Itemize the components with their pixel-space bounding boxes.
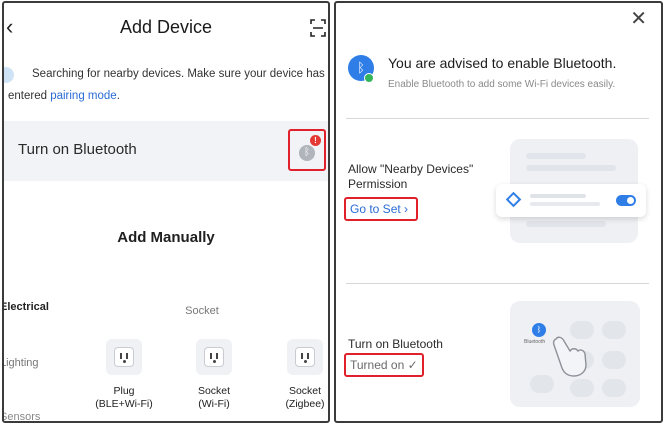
bluetooth-illustration: ᛒ Bluetooth	[510, 301, 640, 407]
device-name: Plug	[113, 385, 135, 397]
close-icon[interactable]: ✕	[630, 9, 647, 29]
section-title-socket: Socket	[185, 305, 219, 317]
turned-on-status: Turned on ✓	[344, 353, 424, 377]
pointing-hand-icon	[552, 336, 587, 377]
category-sensors[interactable]: Sensors	[4, 411, 40, 421]
device-protocol: (BLE+Wi-Fi)	[95, 398, 153, 410]
nearby-devices-icon	[505, 191, 522, 208]
check-badge-icon	[364, 73, 374, 83]
quick-tile	[602, 321, 626, 339]
device-label: Plug (BLE+Wi-Fi)	[88, 385, 160, 411]
placeholder-line	[526, 221, 606, 227]
toggle-switch	[616, 195, 636, 206]
placeholder-line	[530, 202, 600, 206]
socket-icon	[196, 339, 232, 375]
device-protocol: (Zigbee)	[285, 398, 325, 410]
bluetooth-tile-label: Bluetooth	[524, 339, 546, 345]
placeholder-line	[526, 165, 616, 171]
quick-tile	[570, 379, 594, 397]
device-socket-zigbee[interactable]: Socket (Zigbee)	[269, 339, 328, 411]
quick-tile	[530, 375, 554, 393]
socket-icon	[287, 339, 323, 375]
page-title: Add Device	[119, 17, 213, 37]
bluetooth-icon: ᛒ	[532, 323, 546, 337]
bluetooth-icon: ᛒ	[299, 145, 315, 161]
bluetooth-label: Turn on Bluetooth	[348, 337, 443, 351]
device-protocol: (Wi-Fi)	[198, 398, 230, 410]
search-text-end: .	[116, 90, 120, 102]
turn-on-bluetooth-row[interactable]: Turn on Bluetooth ᛒ !	[4, 121, 328, 181]
add-manually-title: Add Manually	[117, 229, 215, 246]
dialog-subtitle: Enable Bluetooth to add some Wi-Fi devic…	[388, 79, 616, 90]
bluetooth-row-label: Turn on Bluetooth	[18, 141, 137, 158]
device-label: Socket (Wi-Fi)	[178, 385, 250, 411]
pairing-mode-link[interactable]: pairing mode	[50, 90, 116, 102]
bluetooth-status-highlight[interactable]: ᛒ !	[288, 129, 326, 171]
device-label: Socket (Zigbee)	[269, 385, 328, 411]
category-lighting[interactable]: Lighting	[4, 357, 39, 369]
device-name: Socket	[197, 385, 231, 397]
go-to-set-button[interactable]: Go to Set ›	[344, 197, 418, 221]
divider	[346, 118, 649, 119]
permission-label: Allow "Nearby Devices" Permission	[348, 162, 474, 191]
scan-frame-icon[interactable]	[310, 19, 326, 37]
permission-toggle-card	[496, 184, 646, 217]
dialog-title: You are advised to enable Bluetooth.	[388, 55, 617, 71]
add-device-screen: ‹ Add Device Searching for nearby device…	[2, 1, 330, 423]
quick-tile	[602, 351, 626, 369]
device-plug-ble-wifi[interactable]: Plug (BLE+Wi-Fi)	[88, 339, 160, 411]
alert-badge: !	[310, 135, 321, 146]
search-status-text: Searching for nearby devices. Make sure …	[8, 63, 326, 107]
socket-icon	[106, 339, 142, 375]
placeholder-line	[526, 153, 586, 159]
divider	[346, 283, 649, 284]
device-name: Socket	[288, 385, 322, 397]
header: ‹ Add Device	[4, 11, 328, 47]
quick-tile	[602, 379, 626, 397]
enable-bluetooth-dialog: ✕ ᛒ You are advised to enable Bluetooth.…	[334, 1, 663, 423]
placeholder-line	[530, 194, 586, 198]
device-socket-wifi[interactable]: Socket (Wi-Fi)	[178, 339, 250, 411]
